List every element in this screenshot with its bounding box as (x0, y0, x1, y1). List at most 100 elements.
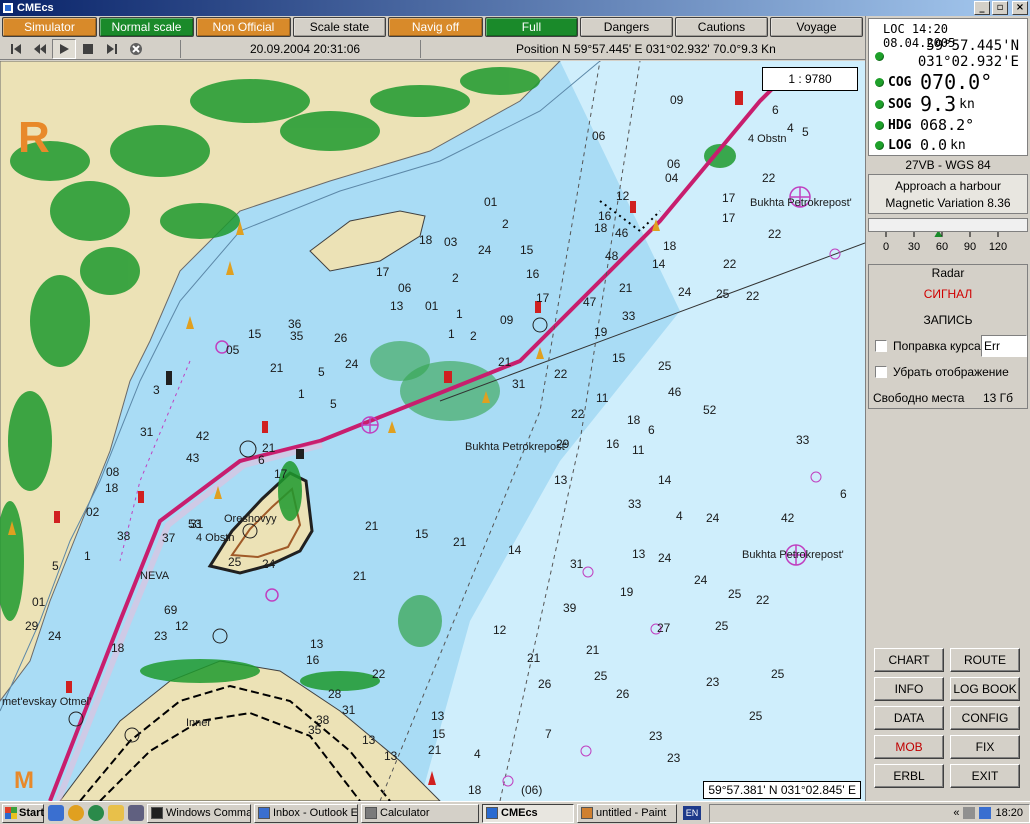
depth-sounding: 38 (117, 529, 131, 543)
hide-display-row[interactable]: Убрать отображение (875, 365, 1009, 379)
task-label: untitled - Paint (596, 807, 667, 819)
menu-button-fix[interactable]: FIX (950, 735, 1020, 759)
toolbar-button-scale-state[interactable]: Scale state (292, 17, 386, 37)
depth-sounding: 02 (86, 505, 100, 519)
depth-sounding: 05 (226, 343, 240, 357)
skip-to-start-icon[interactable] (4, 39, 28, 59)
slider-marker[interactable] (934, 232, 943, 237)
depth-sounding: 5 (52, 559, 59, 573)
slider-tick-label: 30 (908, 241, 920, 253)
taskbar-task[interactable]: untitled - Paint (577, 803, 677, 823)
status-led (875, 77, 884, 87)
depth-sounding: 12 (175, 619, 189, 633)
desktop-icon[interactable] (128, 805, 144, 821)
depth-sounding: 15 (248, 327, 262, 341)
depth-sounding: 13 (554, 473, 568, 487)
depth-sounding: 23 (667, 751, 681, 765)
start-button[interactable]: Start (2, 803, 44, 823)
nautical-chart[interactable]: 1 : 9780 R M 4 Obstn Bukhta Petrokrepost'… (0, 61, 865, 801)
menu-button-data[interactable]: DATA (874, 706, 944, 730)
depth-sounding: 24 (658, 551, 672, 565)
depth-sounding: 53 (188, 517, 202, 531)
taskbar-task[interactable]: Calculator (361, 803, 479, 823)
depth-sounding: 46 (668, 385, 682, 399)
rewind-icon[interactable] (28, 39, 52, 59)
network-icon[interactable] (979, 807, 992, 819)
folder-icon[interactable] (108, 805, 124, 821)
depth-sounding: 11 (632, 443, 645, 457)
tray-expand-icon[interactable]: « (953, 807, 959, 819)
minimize-icon[interactable]: _ (974, 1, 990, 15)
course-correction-field[interactable]: Err (981, 335, 1027, 357)
close-icon[interactable]: × (1012, 1, 1028, 15)
depth-sounding: 7 (545, 727, 552, 741)
toolbar-button-normal-scale[interactable]: Normal scale (98, 17, 194, 37)
depth-sounding: 15 (612, 351, 626, 365)
depth-sounding: 22 (768, 227, 782, 241)
free-space-value: 13 Гб (983, 391, 1014, 405)
playback-datetime: 20.09.2004 20:31:06 (250, 42, 361, 56)
depth-sounding: 14 (658, 473, 672, 487)
taskbar-task[interactable]: Windows Command... (147, 803, 251, 823)
skip-to-end-icon[interactable] (100, 39, 124, 59)
depth-sounding: 25 (715, 619, 729, 633)
depth-sounding: (06) (521, 783, 543, 797)
depth-sounding: 25 (594, 669, 608, 683)
zoom-slider[interactable] (868, 218, 1028, 232)
depth-sounding: 06 (398, 281, 412, 295)
menu-button-erbl[interactable]: ERBL (874, 764, 944, 788)
depth-sounding: 6 (648, 423, 655, 437)
toolbar-button-full[interactable]: Full (484, 17, 578, 37)
play-icon[interactable] (52, 38, 76, 59)
toolbar-button-non-official[interactable]: Non Official (195, 17, 291, 37)
task-label: Inbox - Outlook Exp... (273, 807, 358, 819)
cog-row: COG 070.0° (875, 70, 992, 94)
firefox-icon[interactable] (68, 805, 84, 821)
globe-icon[interactable] (88, 805, 104, 821)
menu-button-exit[interactable]: EXIT (950, 764, 1020, 788)
status-led (875, 99, 884, 109)
course-correction-checkbox[interactable] (875, 340, 887, 352)
status-led (875, 120, 884, 130)
depth-sounding: 14 (652, 257, 666, 271)
chart-place-label: NEVA (140, 570, 170, 582)
toolbar-button-dangers[interactable]: Dangers (579, 17, 673, 37)
menu-button-mob[interactable]: MOB (874, 735, 944, 759)
scale-indicator[interactable]: 1 : 9780 (762, 67, 858, 91)
sog-row: SOG 9.3 kn (875, 92, 975, 116)
toolbar-button-simulator[interactable]: Simulator (2, 17, 97, 37)
mode-line-2: Magnetic Variation 8.36 (885, 196, 1011, 210)
depth-sounding: 31 (512, 377, 526, 391)
toolbar-button-cautions[interactable]: Cautions (674, 17, 768, 37)
stop-icon[interactable] (76, 39, 100, 59)
ie-icon[interactable] (48, 805, 64, 821)
depth-sounding: 15 (415, 527, 429, 541)
depth-sounding: 4 (474, 747, 481, 761)
menu-button-config[interactable]: CONFIG (950, 706, 1020, 730)
depth-sounding: 29 (556, 437, 570, 451)
depth-sounding: 24 (345, 357, 359, 371)
depth-sounding: 1 (448, 327, 455, 341)
radar-record-status: ЗАПИСЬ (923, 313, 973, 327)
volume-icon[interactable] (963, 807, 976, 819)
depth-sounding: 5 (802, 125, 809, 139)
toolbar-button-navig-off[interactable]: Navig off (387, 17, 483, 37)
toolbar-button-voyage[interactable]: Voyage (770, 17, 864, 37)
island-north (309, 210, 426, 272)
taskbar-task[interactable]: Inbox - Outlook Exp... (254, 803, 358, 823)
menu-button-route[interactable]: ROUTE (950, 648, 1020, 672)
language-indicator[interactable]: EN (683, 806, 701, 820)
cancel-icon[interactable] (124, 39, 148, 59)
menu-button-chart[interactable]: CHART (874, 648, 944, 672)
restore-icon[interactable]: ▫ (992, 1, 1008, 15)
taskbar-task[interactable]: CMEcs (482, 803, 574, 823)
course-correction-row[interactable]: Поправка курса (875, 339, 981, 353)
hide-display-checkbox[interactable] (875, 366, 887, 378)
menu-button-info[interactable]: INFO (874, 677, 944, 701)
cursor-position-readout: 59°57.381' N 031°02.845' E (703, 781, 861, 799)
depth-sounding: 04 (665, 171, 679, 185)
title-bar: CMEcs _ ▫ × (0, 0, 1030, 16)
task-app-icon (258, 807, 270, 819)
depth-sounding: 22 (762, 171, 776, 185)
menu-button-log-book[interactable]: LOG BOOK (950, 677, 1020, 701)
